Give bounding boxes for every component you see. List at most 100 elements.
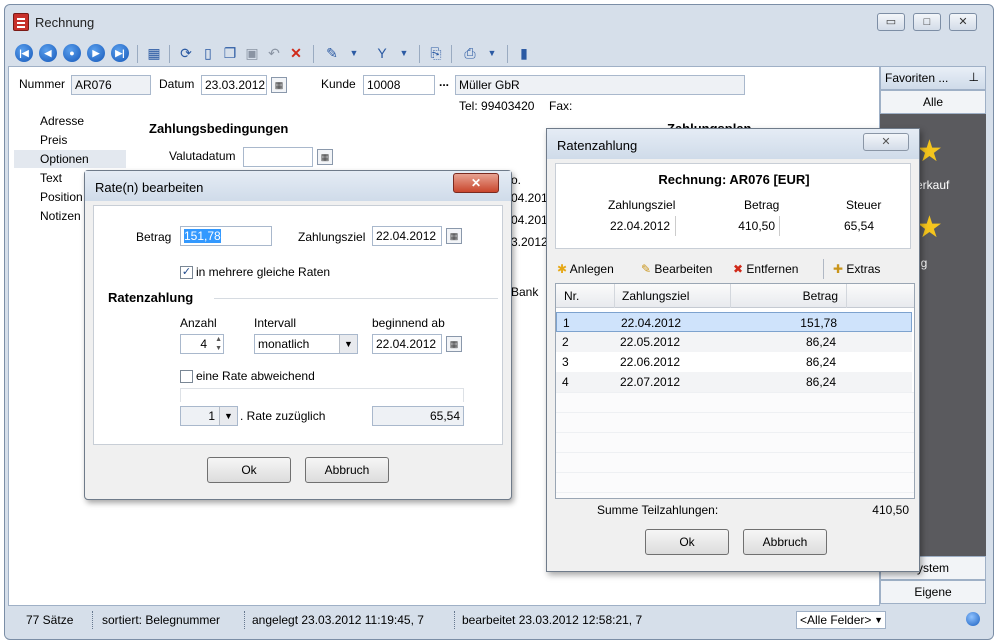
summary-col-steuer: Steuer bbox=[846, 198, 882, 212]
raten-ok-button[interactable]: Ok bbox=[645, 529, 729, 555]
pin-icon[interactable]: ⊥ bbox=[969, 70, 979, 84]
zahlungsziel-input[interactable]: 22.04.2012 bbox=[372, 226, 442, 246]
invoice-heading: Rechnung: AR076 [EUR] bbox=[658, 172, 810, 187]
nav-item-optionen[interactable]: Optionen bbox=[14, 150, 126, 168]
ratenzahlung-close-button[interactable]: ✕ bbox=[863, 133, 909, 151]
table-view-icon[interactable]: ▦ bbox=[145, 44, 163, 62]
extras-button[interactable]: ✚ Extras bbox=[833, 259, 880, 279]
toolbar-separator bbox=[507, 45, 508, 63]
rate-cancel-button[interactable]: Abbruch bbox=[305, 457, 389, 483]
edit-icon: ✎ bbox=[641, 262, 652, 276]
beginnend-label: beginnend ab bbox=[372, 316, 445, 330]
row-betrag: 86,24 bbox=[805, 335, 836, 349]
print-icon[interactable]: ⎙ bbox=[461, 44, 479, 62]
globe-icon[interactable] bbox=[966, 612, 980, 626]
nav-item-adresse[interactable]: Adresse bbox=[14, 112, 126, 130]
spinner-icon[interactable]: ▲ ▼ bbox=[215, 335, 222, 353]
table-row[interactable]: 4 22.07.2012 86,24 bbox=[556, 372, 912, 392]
refresh-icon[interactable]: ⟳ bbox=[177, 44, 195, 62]
bearbeiten-button[interactable]: ✎ Bearbeiten bbox=[641, 259, 712, 279]
filter-icon[interactable]: Y bbox=[373, 44, 391, 62]
valutadatum-input[interactable] bbox=[243, 147, 313, 167]
print-dropdown-icon[interactable]: ▼ bbox=[483, 44, 501, 62]
maximize-button[interactable]: □ bbox=[913, 13, 941, 31]
filter-dropdown-icon[interactable]: ▼ bbox=[395, 44, 413, 62]
rate-ok-button[interactable]: Ok bbox=[207, 457, 291, 483]
favoriten-alle-tab[interactable]: Alle bbox=[880, 90, 986, 114]
ratenzahlung-titlebar: Ratenzahlung ✕ bbox=[547, 129, 919, 159]
betrag-input[interactable]: 151,78 bbox=[180, 226, 272, 246]
current-record-icon[interactable]: ● bbox=[63, 44, 81, 62]
star-icon[interactable]: ★ bbox=[916, 134, 943, 169]
zahlungsziel-calendar-icon[interactable]: ▦ bbox=[446, 228, 462, 244]
intervall-select[interactable]: monatlich ▼ bbox=[254, 334, 358, 354]
rate-bearbeiten-titlebar: Rate(n) bearbeiten ✕ bbox=[85, 171, 511, 201]
installments-grid: Nr. Zahlungsziel Betrag 1 22.04.2012 151… bbox=[555, 283, 915, 499]
nummer-label: Nummer bbox=[19, 77, 66, 91]
dropdown-arrow-icon[interactable]: ▼ bbox=[345, 44, 363, 62]
grid-divider bbox=[614, 284, 615, 308]
table-row[interactable]: 2 22.05.2012 86,24 bbox=[556, 332, 912, 352]
toolbar-separator bbox=[823, 259, 824, 279]
table-row[interactable]: 3 22.06.2012 86,24 bbox=[556, 352, 912, 372]
next-record-icon[interactable]: ▶ bbox=[87, 44, 105, 62]
toolbar: |◀ ◀ ● ▶ ▶| ▦ ⟳ ▯ ❐ ▣ ↶ ✕ ✎ ▼ Y ▼ ⎘ ⎙ ▼ … bbox=[9, 39, 991, 69]
first-record-icon[interactable]: |◀ bbox=[15, 44, 33, 62]
new-document-icon[interactable]: ▯ bbox=[199, 44, 217, 62]
save-icon[interactable]: ▣ bbox=[243, 44, 261, 62]
bg-date-3: 3.2012 bbox=[511, 235, 548, 249]
toolbar-separator bbox=[419, 45, 420, 63]
rate-number-select[interactable]: 1 ▼ bbox=[180, 406, 238, 426]
grid-header-ziel[interactable]: Zahlungsziel bbox=[622, 286, 689, 306]
favoriten-header[interactable]: Favoriten ... ⊥ bbox=[880, 66, 986, 90]
valutadatum-label: Valutadatum bbox=[169, 149, 236, 163]
status-created: angelegt 23.03.2012 11:19:45, 7 bbox=[252, 613, 424, 627]
rate-bearbeiten-title: Rate(n) bearbeiten bbox=[95, 180, 204, 195]
chevron-down-icon: ▼ bbox=[874, 615, 883, 625]
bg-bank-label: Bank bbox=[511, 285, 539, 299]
datum-calendar-icon[interactable]: ▦ bbox=[271, 77, 287, 93]
status-edited: bearbeitet 23.03.2012 12:58:21, 7 bbox=[462, 613, 643, 627]
tel-label: Tel: 99403420 bbox=[459, 99, 535, 113]
nummer-input[interactable]: AR076 bbox=[71, 75, 151, 95]
exit-door-icon[interactable]: ▮ bbox=[515, 44, 533, 62]
table-row[interactable]: 1 22.04.2012 151,78 bbox=[556, 312, 912, 332]
nav-item-preis[interactable]: Preis bbox=[14, 131, 126, 149]
beginnend-input[interactable]: 22.04.2012 bbox=[372, 334, 442, 354]
kunde-input[interactable]: 10008 bbox=[363, 75, 435, 95]
star-icon[interactable]: ★ bbox=[916, 210, 943, 245]
favoriten-eigene-tab[interactable]: Eigene bbox=[880, 580, 986, 604]
raten-cancel-button[interactable]: Abbruch bbox=[743, 529, 827, 555]
last-record-icon[interactable]: ▶| bbox=[111, 44, 129, 62]
pin-icon[interactable]: ✎ bbox=[323, 44, 341, 62]
previous-record-icon[interactable]: ◀ bbox=[39, 44, 57, 62]
section-divider bbox=[214, 298, 498, 299]
grid-header-nr[interactable]: Nr. bbox=[564, 286, 579, 306]
anlegen-button[interactable]: ✱ Anlegen bbox=[557, 259, 614, 279]
rate-close-button[interactable]: ✕ bbox=[453, 173, 499, 193]
beginnend-calendar-icon[interactable]: ▦ bbox=[446, 336, 462, 352]
delete-icon[interactable]: ✕ bbox=[287, 44, 305, 62]
close-window-button[interactable]: ✕ bbox=[949, 13, 977, 31]
status-separator bbox=[92, 611, 93, 629]
bg-column-header: o. bbox=[511, 173, 522, 187]
summary-betrag-value: 410,50 bbox=[680, 216, 780, 236]
valutadatum-calendar-icon[interactable]: ▦ bbox=[317, 149, 333, 165]
mehrere-raten-checkbox[interactable]: ✓ bbox=[180, 266, 193, 279]
document-search-icon[interactable]: ⎘ bbox=[427, 44, 445, 62]
abweichend-checkbox[interactable] bbox=[180, 370, 193, 383]
kunde-lookup-button[interactable]: ... bbox=[439, 75, 449, 89]
entfernen-button[interactable]: ✖ Entfernen bbox=[733, 259, 798, 279]
minimize-button[interactable]: ▭ bbox=[877, 13, 905, 31]
grid-header-betrag[interactable]: Betrag bbox=[738, 286, 838, 306]
toolbar-separator bbox=[313, 45, 314, 63]
field-filter-select[interactable]: <Alle Felder> ▼ bbox=[796, 611, 886, 629]
status-record-count: 77 Sätze bbox=[26, 613, 74, 627]
datum-input[interactable]: 23.03.2012 bbox=[201, 75, 267, 95]
undo-icon[interactable]: ↶ bbox=[265, 44, 283, 62]
anzahl-input[interactable]: 4 ▲ ▼ bbox=[180, 334, 224, 354]
copy-icon[interactable]: ❐ bbox=[221, 44, 239, 62]
rate-amount-field[interactable]: 65,54 bbox=[372, 406, 464, 426]
ratenzahlung-title: Ratenzahlung bbox=[557, 138, 638, 153]
betrag-label: Betrag bbox=[136, 230, 172, 244]
